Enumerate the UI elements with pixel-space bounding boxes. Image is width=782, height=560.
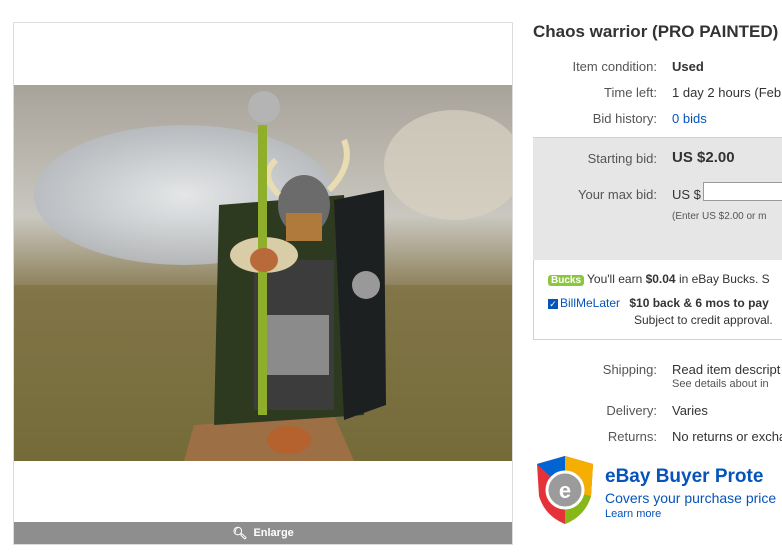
item-condition-label: Item condition: <box>572 59 657 74</box>
shipping-details-link[interactable]: See details about in <box>672 378 769 390</box>
max-bid-label: Your max bid: <box>577 187 657 202</box>
item-photo[interactable] <box>14 85 512 461</box>
shipping-value: Read item descript <box>672 362 781 377</box>
enlarge-label: Enlarge <box>253 527 294 539</box>
max-bid-input[interactable] <box>703 182 782 201</box>
item-title: Chaos warrior (PRO PAINTED) <box>533 22 779 41</box>
bid-box: Starting bid: US $2.00 Your max bid: US … <box>533 137 782 261</box>
buyer-protection-banner: e eBay Buyer Prote Covers your purchase … <box>533 452 782 526</box>
bml-check-icon: ✓ <box>548 299 558 309</box>
svg-text:e: e <box>559 478 571 503</box>
bml-offer[interactable]: $10 back & 6 mos to pay <box>629 296 768 310</box>
returns-label: Returns: <box>607 429 657 444</box>
enlarge-button[interactable]: 🔍︎ Enlarge <box>14 522 512 544</box>
learn-more-link[interactable]: Learn more <box>605 508 661 520</box>
item-image-panel: 🔍︎ Enlarge <box>13 22 513 545</box>
time-left-label: Time left: <box>604 85 657 100</box>
returns-value: No returns or excha <box>672 429 782 444</box>
bucks-badge: Bucks <box>548 275 585 286</box>
bucks-text-post: in eBay Bucks. S <box>675 272 770 286</box>
starting-bid-value: US $2.00 <box>672 149 735 166</box>
bucks-row: Bucks You'll earn $0.04 in eBay Bucks. S <box>548 272 770 286</box>
max-bid-hint: (Enter US $2.00 or m <box>672 211 767 222</box>
zoom-icon: 🔍︎ <box>232 526 248 540</box>
bml-note: Subject to credit approval. <box>634 313 773 327</box>
shipping-label: Shipping: <box>602 362 657 377</box>
currency-prefix: US $ <box>672 187 701 202</box>
delivery-label: Delivery: <box>606 403 657 418</box>
starting-bid-label: Starting bid: <box>587 151 657 166</box>
bid-history-label: Bid history: <box>592 111 657 126</box>
shield-icon: e <box>537 456 593 524</box>
bucks-text-pre: You'll earn <box>587 272 646 286</box>
chaos-warrior-miniature-image <box>14 85 512 461</box>
bid-history-link[interactable]: 0 bids <box>672 111 707 126</box>
promo-box: Bucks You'll earn $0.04 in eBay Bucks. S … <box>533 260 782 340</box>
bucks-amount: $0.04 <box>645 272 676 286</box>
bml-row: ✓ BillMeLater $10 back & 6 mos to pay <box>548 296 769 310</box>
delivery-value: Varies <box>672 403 708 418</box>
item-condition-value: Used <box>672 59 704 74</box>
buyer-protection-title: eBay Buyer Prote <box>605 466 764 487</box>
buyer-protection-subtitle: Covers your purchase price <box>605 490 777 506</box>
time-left-value: 1 day 2 hours (Feb <box>672 85 782 100</box>
bml-logo: BillMeLater <box>560 296 621 310</box>
